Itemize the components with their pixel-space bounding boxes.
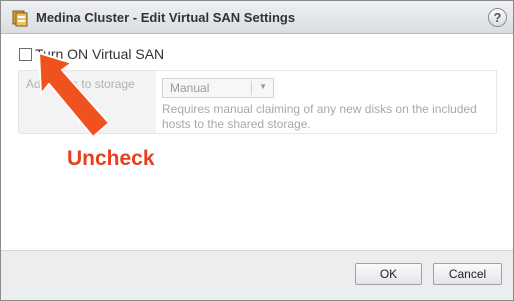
- cluster-icon: [11, 9, 29, 27]
- disk-claim-mode-description: Requires manual claiming of any new disk…: [162, 102, 477, 131]
- ok-button[interactable]: OK: [355, 263, 422, 285]
- dialog-title: Medina Cluster - Edit Virtual SAN Settin…: [36, 10, 296, 25]
- annotation-label: Uncheck: [67, 147, 155, 170]
- annotation-arrow-icon: [38, 52, 110, 138]
- cancel-button[interactable]: Cancel: [433, 263, 502, 285]
- disk-claim-mode-value: Manual: [170, 81, 210, 95]
- chevron-down-icon: ▼: [259, 82, 267, 91]
- disk-claim-mode-select[interactable]: Manual ▼: [162, 78, 274, 98]
- select-divider: [251, 81, 252, 95]
- dialog-footer: OK Cancel: [1, 250, 513, 300]
- help-icon[interactable]: ?: [488, 8, 507, 27]
- edit-vsan-settings-dialog: Medina Cluster - Edit Virtual SAN Settin…: [0, 0, 514, 301]
- dialog-titlebar: Medina Cluster - Edit Virtual SAN Settin…: [1, 1, 513, 34]
